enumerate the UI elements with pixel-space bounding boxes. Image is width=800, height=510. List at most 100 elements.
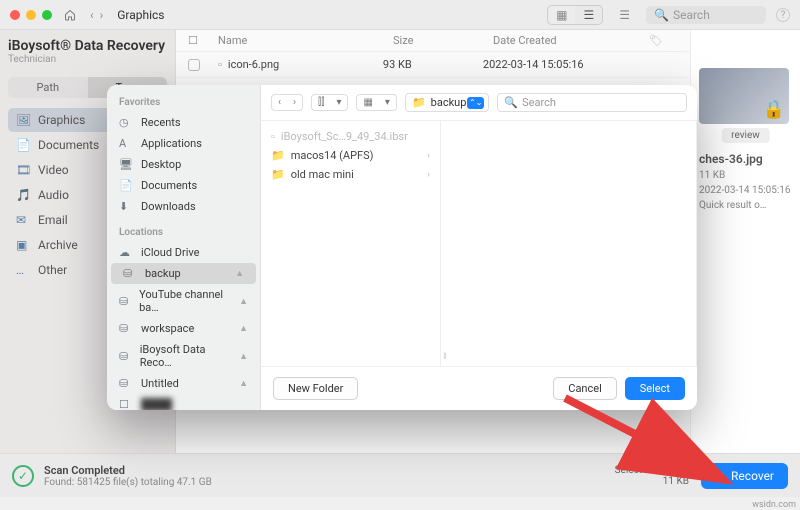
back-icon[interactable]: ‹ <box>90 8 94 22</box>
chevron-right-icon: › <box>427 170 430 180</box>
preview-size: 11 KB <box>699 170 792 181</box>
preview-pane: 🔒 review ches-36.jpg 11 KB 2022-03-14 15… <box>690 30 800 453</box>
eject-icon[interactable]: ▲ <box>239 296 248 307</box>
finder-column-1[interactable]: ▫ iBoysoft_Sc…9_49_34.ibsr 📁macos14 (APFS)… <box>261 121 441 366</box>
finder-entry[interactable]: 📁macos14 (APFS)› <box>265 146 436 165</box>
sidebar-item-icon: ⬇ <box>119 200 133 213</box>
finder-fav-recents[interactable]: ◷ Recents <box>107 112 260 133</box>
chevron-right-icon: › <box>427 151 430 161</box>
recover-button[interactable]: ↻ Recover <box>701 463 788 489</box>
app-title: iBoysoft® Data Recovery <box>8 38 167 54</box>
finder-loc-item[interactable]: ⛁ workspace ▲ <box>107 318 260 339</box>
view-switch[interactable]: ▦ ☰ <box>547 5 603 25</box>
sidebar-item-label: workspace <box>141 322 194 335</box>
entry-label: iBoysoft_Sc…9_49_34.ibsr <box>281 130 408 143</box>
grid-view-icon[interactable]: ▦ <box>548 6 575 24</box>
table-row[interactable]: ▫icon-6.png93 KB2022-03-14 15:05:16 <box>176 52 690 78</box>
sidebar-item-label: backup <box>145 267 181 280</box>
finder-entry[interactable]: ▫ iBoysoft_Sc…9_49_34.ibsr <box>265 127 436 146</box>
header-size[interactable]: Size <box>393 34 493 47</box>
maximize-window-icon[interactable] <box>42 10 52 20</box>
finder-loc-item[interactable]: ⛁backup▲ <box>111 263 256 284</box>
finder-bottom-bar: New Folder Cancel Select <box>261 366 697 410</box>
help-icon[interactable]: ? <box>776 8 790 22</box>
finder-fav-downloads[interactable]: ⬇Downloads <box>107 196 260 217</box>
folder-icon: 📁 <box>412 96 426 109</box>
finder-group-switch[interactable]: ▦▾ <box>356 94 396 111</box>
drive-icon: ⛁ <box>119 322 133 335</box>
eject-icon[interactable]: ▲ <box>239 351 248 362</box>
finder-main: ‹› ⫿⫿▾ ▦▾ 📁 backup ⌃⌄ 🔍 Search ▫ iBoysoft… <box>261 85 697 410</box>
sort-button-icon[interactable]: ☰ <box>613 6 636 24</box>
category-label: Archive <box>38 238 78 252</box>
header-checkbox[interactable]: ☐ <box>188 34 218 47</box>
sidebar-item-icon: ◷ <box>119 116 133 129</box>
favorites-header: Favorites <box>107 93 260 112</box>
drive-icon: ⛁ <box>119 350 132 363</box>
cell-date: 2022-03-14 15:05:16 <box>483 58 633 71</box>
finder-fav-desktop[interactable]: 🖥Desktop <box>107 154 260 175</box>
column-headers: ☐ Name Size Date Created 🏷 <box>176 30 690 52</box>
preview-thumbnail: 🔒 <box>699 68 789 124</box>
eject-icon[interactable]: ▲ <box>239 378 248 389</box>
category-icon: 🎵 <box>16 188 30 202</box>
sidebar-item-label: iCloud Drive <box>141 246 200 259</box>
header-date[interactable]: Date Created <box>493 34 643 47</box>
top-search-input[interactable]: 🔍 Search <box>646 6 766 24</box>
preview-filename: ches-36.jpg <box>699 152 792 166</box>
nav-arrows[interactable]: ‹ › <box>90 8 103 22</box>
finder-columns: ▫ iBoysoft_Sc…9_49_34.ibsr 📁macos14 (APFS)… <box>261 121 697 366</box>
finder-loc-item[interactable]: ⛁Untitled▲ <box>107 373 260 394</box>
category-icon: … <box>16 263 30 277</box>
finder-entry[interactable]: 📁old mac mini› <box>265 165 436 184</box>
list-view-icon[interactable]: ☰ <box>575 6 602 24</box>
select-button[interactable]: Select <box>625 377 685 400</box>
drive-icon: ☁ <box>119 246 133 259</box>
category-label: Email <box>38 213 68 227</box>
preview-date: 2022-03-14 15:05:16 <box>699 185 792 196</box>
finder-search-input[interactable]: 🔍 Search <box>497 93 687 112</box>
finder-fav-documents[interactable]: 📄 Documents <box>107 175 260 196</box>
sidebar-item-label: Recents <box>141 116 181 129</box>
home-icon[interactable] <box>64 8 76 22</box>
category-icon: ✉ <box>16 213 30 227</box>
finder-view-switch[interactable]: ⫿⫿▾ <box>311 94 348 111</box>
tab-path[interactable]: Path <box>8 77 88 98</box>
finder-nav-arrows[interactable]: ‹› <box>271 94 303 111</box>
forward-icon[interactable]: › <box>100 8 104 22</box>
category-icon: ▣ <box>16 238 30 252</box>
location-popup[interactable]: 📁 backup ⌃⌄ <box>405 93 489 112</box>
eject-icon[interactable]: ▲ <box>239 323 248 334</box>
folder-icon: 📁 <box>271 149 285 162</box>
finder-loc-item[interactable]: ⛁YouTube channel ba…▲ <box>107 284 260 318</box>
sidebar-item-label: Documents <box>141 179 197 192</box>
preview-button[interactable]: review <box>721 128 770 143</box>
finder-column-2[interactable] <box>449 121 697 366</box>
finder-fav-applications[interactable]: AApplications <box>107 133 260 154</box>
finder-loc-item[interactable]: ⛁iBoysoft Data Reco…▲ <box>107 339 260 373</box>
column-resize-handle[interactable]: ‖ <box>441 121 449 366</box>
app-subtitle: Technician <box>8 54 167 65</box>
close-window-icon[interactable] <box>10 10 20 20</box>
entry-label: old mac mini <box>291 168 354 181</box>
new-folder-button[interactable]: New Folder <box>273 377 358 400</box>
drive-icon: ⛁ <box>119 377 133 390</box>
eject-icon[interactable]: ▲ <box>235 268 244 279</box>
header-tag-icon[interactable]: 🏷 <box>643 34 663 47</box>
sidebar-item-icon: 📄 <box>119 179 133 192</box>
category-label: Other <box>38 263 67 277</box>
category-icon: 📄 <box>16 138 30 152</box>
file-icon: ▫ <box>271 130 275 143</box>
scan-complete-icon: ✓ <box>12 465 34 487</box>
finder-loc-item[interactable]: ☐████ <box>107 394 260 410</box>
header-name[interactable]: Name <box>218 34 393 47</box>
chevron-updown-icon: ⌃⌄ <box>467 97 484 109</box>
row-checkbox[interactable] <box>188 59 200 71</box>
finder-loc-item[interactable]: ☁ iCloud Drive <box>107 242 260 263</box>
minimize-window-icon[interactable] <box>26 10 36 20</box>
locations-header: Locations <box>107 223 260 242</box>
sidebar-item-label: Desktop <box>141 158 181 171</box>
preview-desc: Quick result o… <box>699 200 792 211</box>
cancel-button[interactable]: Cancel <box>553 377 616 400</box>
sidebar-item-label: ████ <box>141 398 172 410</box>
